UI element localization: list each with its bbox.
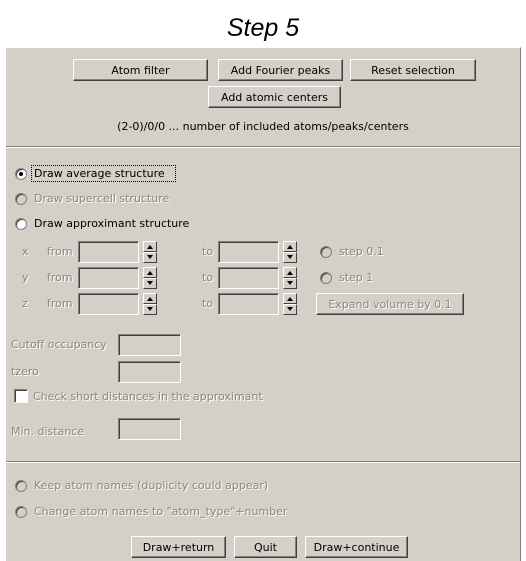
spin-down-arrow[interactable] (143, 304, 157, 315)
x-to-spinner[interactable] (283, 241, 297, 263)
x-to-input[interactable] (218, 241, 279, 263)
spin-up-arrow[interactable] (283, 241, 297, 252)
draw-supercell-radio[interactable] (15, 193, 27, 205)
separator-top (6, 146, 520, 148)
y-from-label: from (47, 271, 73, 284)
draw-dialog: Atom filter Add Fourier peaks Reset sele… (5, 47, 521, 561)
tzero-input[interactable] (118, 361, 181, 383)
step-1-radio[interactable] (320, 272, 332, 284)
draw-continue-button[interactable]: Draw+continue (305, 536, 408, 558)
keep-atom-names-label: Keep atom names (duplicity could appear) (34, 479, 269, 492)
x-from-input[interactable] (78, 241, 139, 263)
expand-volume-label: Expand volume by 0.1 (328, 297, 452, 311)
add-fourier-peaks-label: Add Fourier peaks (230, 63, 331, 77)
spin-up-arrow[interactable] (283, 293, 297, 304)
draw-return-label: Draw+return (142, 540, 215, 554)
spin-down-arrow[interactable] (143, 278, 157, 289)
x-from-label: from (47, 245, 73, 258)
tzero-label: tzero (11, 365, 39, 378)
min-distance-input[interactable] (118, 418, 181, 440)
separator-bottom (6, 461, 520, 463)
check-short-checkbox[interactable] (14, 389, 28, 403)
y-to-label: to (202, 271, 214, 284)
step-title: Step 5 (226, 14, 300, 42)
y-to-spinner[interactable] (283, 267, 297, 289)
spin-up-arrow[interactable] (143, 241, 157, 252)
min-distance-label: Min. distance (11, 425, 85, 438)
x-axis-label: x (22, 245, 29, 258)
step-0-1-label: step 0.1 (339, 245, 384, 258)
radio-selected-dot (19, 172, 23, 176)
cutoff-occupancy-label: Cutoff occupancy (11, 338, 107, 351)
spin-up-arrow[interactable] (143, 293, 157, 304)
reset-selection-label: Reset selection (371, 63, 455, 77)
spin-down-arrow[interactable] (283, 278, 297, 289)
z-from-label: from (47, 297, 73, 310)
z-to-input[interactable] (218, 293, 279, 315)
change-atom-names-radio[interactable] (15, 506, 27, 518)
z-from-input[interactable] (78, 293, 139, 315)
spin-down-arrow[interactable] (283, 304, 297, 315)
step-1-label: step 1 (339, 271, 374, 284)
quit-label: Quit (254, 540, 277, 554)
z-to-label: to (202, 297, 214, 310)
expand-volume-button[interactable]: Expand volume by 0.1 (316, 293, 464, 315)
cutoff-occupancy-input[interactable] (118, 334, 181, 356)
draw-approximant-label: Draw approximant structure (34, 217, 190, 230)
atom-filter-button[interactable]: Atom filter (73, 59, 208, 81)
add-atomic-centers-button[interactable]: Add atomic centers (208, 86, 341, 108)
z-axis-label: z (22, 297, 28, 310)
draw-return-button[interactable]: Draw+return (131, 536, 226, 558)
spin-down-arrow[interactable] (143, 252, 157, 263)
draw-average-radio[interactable] (15, 168, 27, 180)
spin-up-arrow[interactable] (283, 267, 297, 278)
x-from-spinner[interactable] (143, 241, 157, 263)
reset-selection-button[interactable]: Reset selection (350, 59, 476, 81)
spin-down-arrow[interactable] (283, 252, 297, 263)
y-from-input[interactable] (78, 267, 139, 289)
draw-approximant-radio[interactable] (15, 218, 27, 230)
counts-label: (2-0)/0/0 ... number of included atoms/p… (117, 120, 409, 133)
y-to-input[interactable] (218, 267, 279, 289)
atom-filter-label: Atom filter (111, 63, 170, 77)
y-from-spinner[interactable] (143, 267, 157, 289)
step-0-1-radio[interactable] (320, 246, 332, 258)
y-axis-label: y (22, 271, 29, 284)
keep-atom-names-radio[interactable] (15, 480, 27, 492)
z-to-spinner[interactable] (283, 293, 297, 315)
draw-supercell-label: Draw supercell structure (34, 192, 170, 205)
draw-continue-label: Draw+continue (313, 540, 400, 554)
z-from-spinner[interactable] (143, 293, 157, 315)
check-short-label: Check short distances in the approximant (33, 390, 263, 403)
change-atom-names-label: Change atom names to "atom_type"+number (34, 505, 288, 518)
draw-average-label: Draw average structure (34, 167, 165, 180)
quit-button[interactable]: Quit (234, 536, 297, 558)
add-atomic-centers-label: Add atomic centers (220, 90, 328, 104)
spin-up-arrow[interactable] (143, 267, 157, 278)
x-to-label: to (202, 245, 214, 258)
add-fourier-peaks-button[interactable]: Add Fourier peaks (218, 59, 343, 81)
